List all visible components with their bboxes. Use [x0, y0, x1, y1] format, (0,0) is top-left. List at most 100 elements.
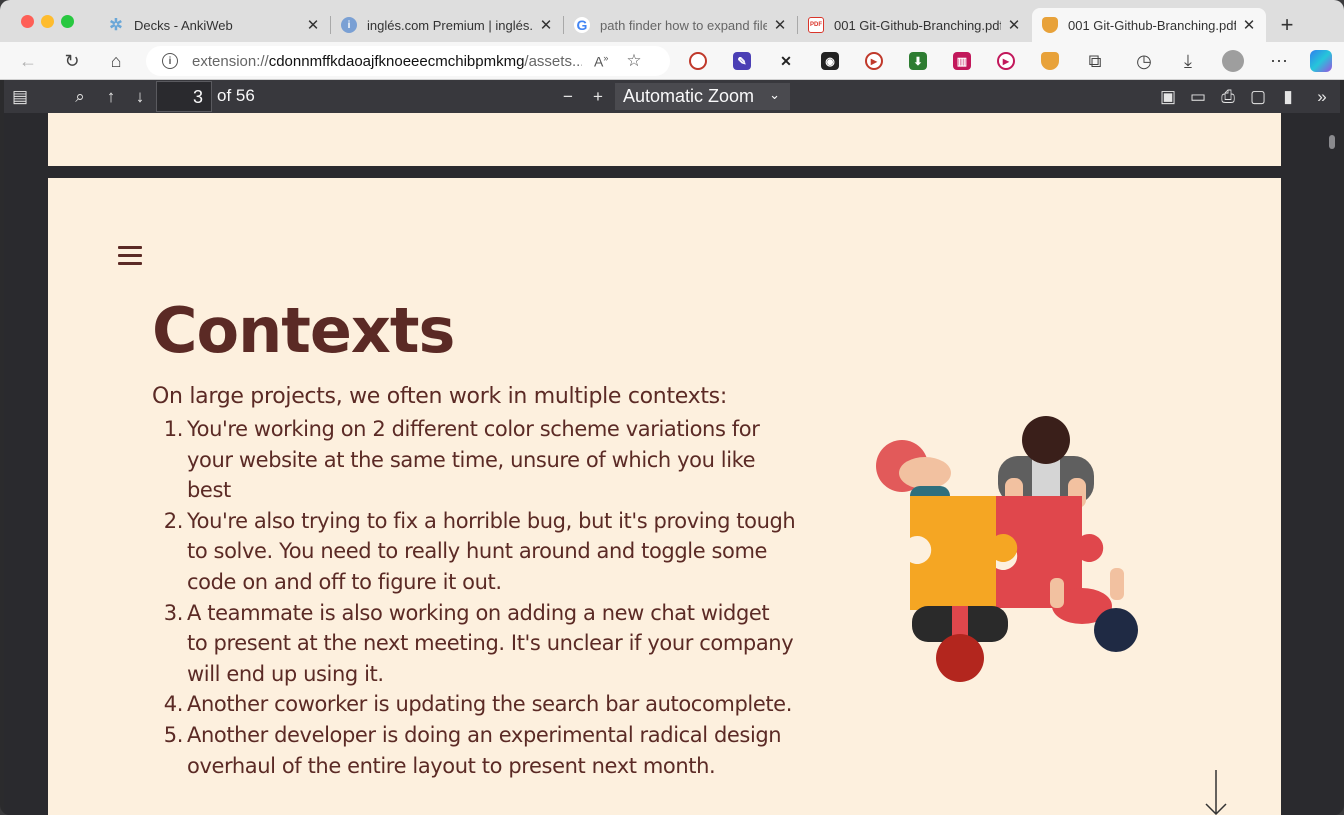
pdf-toolbar: ▤ ⌕ ↑ ↓ 3 of 56 − + Automatic Zoom ⌄ ▣ ▭ … [4, 80, 1340, 113]
tab-pdf-1[interactable]: PDF 001 Git-Github-Branching.pdf ✕ [798, 8, 1031, 42]
url-text[interactable]: extension://cdonnmffkdaoajfknoeeecmchibp… [192, 53, 582, 70]
team-puzzle-illustration [876, 416, 1138, 682]
list-line: A teammate is also working on adding a n… [187, 600, 770, 625]
download-extension-icon[interactable]: ⬇ [909, 52, 927, 70]
slide-intro: On large projects, we often work in mult… [152, 384, 727, 409]
tab-title: Decks - AnkiWeb [134, 17, 233, 33]
minimize-window-button[interactable] [41, 15, 54, 28]
list-number: 3. [163, 600, 184, 625]
close-window-button[interactable] [21, 15, 34, 28]
list-number: 4. [163, 692, 184, 717]
sidebar-toggle-icon[interactable]: ▤ [9, 86, 31, 108]
close-tab-icon[interactable]: ✕ [1242, 16, 1256, 34]
edit-extension-icon[interactable]: ✎ [733, 52, 751, 70]
navigation-toolbar: ← ↻ ⌂ i extension://cdonnmffkdaoajfknoee… [0, 42, 1344, 80]
new-tab-button[interactable]: + [1276, 12, 1298, 38]
read-aloud-icon[interactable]: A» [594, 53, 608, 70]
tab-title: 001 Git-Github-Branching.pdf [834, 17, 1001, 33]
zoom-in-icon[interactable]: + [587, 86, 609, 108]
list-number: 1. [163, 417, 184, 441]
person-bottom [912, 606, 1008, 682]
scrollbar[interactable] [1329, 135, 1335, 149]
search-icon[interactable]: ⌕ [69, 86, 91, 108]
google-icon: G [574, 17, 590, 33]
list-item: 4. Another coworker is updating the sear… [162, 689, 802, 720]
tools-menu-icon[interactable]: » [1311, 86, 1333, 108]
tab-strip: ✲ Decks - AnkiWeb ✕ i inglés.com Premium… [0, 0, 1344, 42]
mask-extension-icon[interactable]: ◉ [821, 52, 839, 70]
list-line: your website at the same time, unsure of… [187, 447, 756, 503]
info-icon[interactable]: i [162, 53, 178, 69]
previous-page [48, 113, 1281, 166]
zoom-value: Automatic Zoom [623, 86, 755, 106]
back-arrow-icon[interactable]: ← [17, 50, 39, 72]
tab-google-search[interactable]: G path finder how to expand files ✕ [564, 8, 797, 42]
tab-ankiweb[interactable]: ✲ Decks - AnkiWeb ✕ [98, 8, 330, 42]
list-line: will end up using it. [187, 661, 384, 686]
print-icon[interactable]: ⎙ [1217, 86, 1239, 108]
trello-extension-icon[interactable]: ▥ [953, 52, 971, 70]
list-number: 5. [163, 722, 184, 747]
list-line: Another coworker is updating the search … [187, 692, 792, 717]
previous-page-icon[interactable]: ↑ [100, 86, 122, 108]
context-list: 1. You're working on 2 different color s… [162, 414, 802, 781]
bookmark-icon[interactable]: ▮ [1277, 86, 1299, 108]
pdf-page: Contexts On large projects, we often wor… [48, 178, 1281, 815]
tab-title: inglés.com Premium | inglés.com [367, 17, 533, 33]
maximize-window-button[interactable] [61, 15, 74, 28]
hamburger-menu-icon [118, 246, 142, 270]
favorite-star-icon[interactable]: ☆ [626, 51, 641, 71]
close-tab-icon[interactable]: ✕ [773, 16, 787, 34]
reload-icon[interactable]: ↻ [61, 50, 83, 72]
chevron-down-icon: ⌄ [769, 87, 780, 102]
record-extension-icon[interactable]: ▶ [865, 52, 883, 70]
zoom-out-icon[interactable]: − [557, 86, 579, 108]
open-file-icon[interactable]: ▭ [1187, 86, 1209, 108]
close-tab-icon[interactable]: ✕ [539, 16, 553, 34]
list-text: You're also trying to fix a horrible bug… [187, 506, 802, 598]
pdf-icon: PDF [808, 17, 824, 33]
slide-title: Contexts [152, 294, 455, 367]
save-icon[interactable]: ▢ [1247, 86, 1269, 108]
profile-avatar-icon[interactable] [1222, 50, 1244, 72]
close-tab-icon[interactable]: ✕ [306, 16, 320, 34]
list-text: A teammate is also working on adding a n… [187, 598, 802, 690]
list-line: to solve. You need to really hunt around… [187, 539, 768, 564]
tab-ingles[interactable]: i inglés.com Premium | inglés.com ✕ [331, 8, 563, 42]
list-line: Another developer is doing an experiment… [187, 722, 782, 747]
list-item: 2. You're also trying to fix a horrible … [162, 506, 802, 598]
presentation-mode-icon[interactable]: ▣ [1157, 86, 1179, 108]
list-item: 3. A teammate is also working on adding … [162, 598, 802, 690]
list-line: You're also trying to fix a horrible bug… [187, 508, 796, 533]
next-page-icon[interactable]: ↓ [129, 86, 151, 108]
more-menu-icon[interactable]: ⋯ [1268, 50, 1290, 72]
extensions-puzzle-icon[interactable]: ⧉ [1084, 50, 1106, 72]
list-text: Another developer is doing an experiment… [187, 720, 802, 781]
download-icon[interactable]: ⤓ [1177, 50, 1199, 72]
list-item: 5. Another developer is doing an experim… [162, 720, 802, 781]
list-number: 2. [163, 508, 184, 533]
shield-extension-icon[interactable] [1041, 52, 1059, 70]
tab-pdf-active[interactable]: 001 Git-Github-Branching.pdf ✕ [1032, 8, 1266, 42]
list-line: to present at the next meeting. It's unc… [187, 631, 794, 656]
address-bar[interactable]: i extension://cdonnmffkdaoajfknoeeecmchi… [146, 46, 670, 76]
page-count: of 56 [217, 86, 255, 105]
list-line: You're working on 2 different color sche… [187, 417, 760, 441]
search-extension-icon[interactable] [689, 52, 707, 70]
copilot-icon[interactable] [1310, 50, 1332, 72]
zoom-select[interactable]: Automatic Zoom ⌄ [615, 83, 790, 110]
list-line: overhaul of the entire layout to present… [187, 753, 716, 778]
shield-icon [1042, 17, 1058, 33]
browser-window: ✲ Decks - AnkiWeb ✕ i inglés.com Premium… [0, 0, 1344, 815]
home-icon[interactable]: ⌂ [105, 50, 127, 72]
pdf-viewer[interactable]: Contexts On large projects, we often wor… [4, 113, 1340, 815]
arrow-down-icon [1205, 770, 1227, 815]
play-extension-icon[interactable]: ▶ [997, 52, 1015, 70]
shuffle-extension-icon[interactable]: ✕ [777, 52, 795, 70]
person-top [998, 416, 1094, 508]
close-tab-icon[interactable]: ✕ [1007, 16, 1021, 34]
info-icon: i [341, 17, 357, 33]
page-number-input[interactable]: 3 [156, 81, 212, 112]
list-text: You're working on 2 different color sche… [187, 414, 802, 506]
history-icon[interactable]: ◷ [1133, 50, 1155, 72]
